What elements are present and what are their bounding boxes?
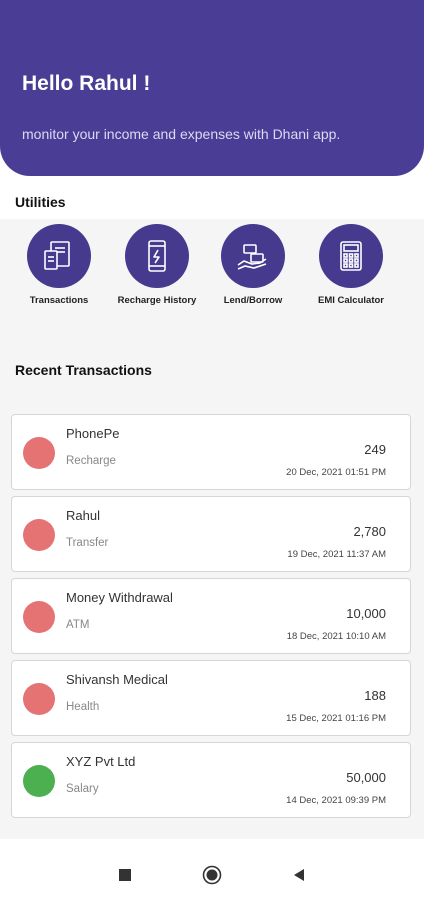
transaction-category: Health <box>66 701 100 713</box>
transaction-name: XYZ Pvt Ltd <box>66 754 136 769</box>
transaction-amount: 2,780 <box>353 524 386 539</box>
transaction-amount: 10,000 <box>346 606 386 621</box>
transaction-name: PhonePe <box>66 426 120 441</box>
transaction-amount: 249 <box>364 442 386 457</box>
transaction-amount: 188 <box>364 688 386 703</box>
transaction-date: 20 Dec, 2021 01:51 PM <box>286 467 386 478</box>
phone-recharge-icon <box>125 224 189 288</box>
circle-home-icon[interactable] <box>202 865 222 885</box>
square-recents-icon[interactable] <box>115 865 135 885</box>
header-subtitle: monitor your income and expenses with Dh… <box>22 126 341 142</box>
transaction-card[interactable]: Money Withdrawal ATM 10,000 18 Dec, 2021… <box>11 578 411 654</box>
utility-transactions[interactable]: Transactions <box>14 224 104 307</box>
transaction-category: Recharge <box>66 455 116 467</box>
transaction-date: 18 Dec, 2021 10:10 AM <box>286 631 386 642</box>
utility-label: Transactions <box>29 295 89 306</box>
greeting-text: Hello Rahul ! <box>22 72 151 95</box>
lend-borrow-icon <box>221 224 285 288</box>
utility-label: EMI Calculator <box>318 295 384 306</box>
triangle-back-icon[interactable] <box>289 865 309 885</box>
transaction-category: Transfer <box>66 537 109 549</box>
transactions-icon <box>27 224 91 288</box>
transaction-card[interactable]: Shivansh Medical Health 188 15 Dec, 2021… <box>11 660 411 736</box>
header-banner: Hello Rahul ! monitor your income and ex… <box>0 0 424 176</box>
transaction-card[interactable]: Rahul Transfer 2,780 19 Dec, 2021 11:37 … <box>11 496 411 572</box>
system-nav-bar <box>0 850 424 900</box>
transaction-name: Shivansh Medical <box>66 672 168 687</box>
status-dot <box>23 519 55 551</box>
transaction-name: Rahul <box>66 508 100 523</box>
status-dot <box>23 601 55 633</box>
recent-transactions-title: Recent Transactions <box>15 362 152 378</box>
transaction-card[interactable]: PhonePe Recharge 249 20 Dec, 2021 01:51 … <box>11 414 411 490</box>
utility-lend-borrow[interactable]: Lend/Borrow <box>208 224 298 307</box>
transaction-date: 14 Dec, 2021 09:39 PM <box>286 795 386 806</box>
utility-label: Recharge History <box>117 295 197 306</box>
status-dot <box>23 683 55 715</box>
utilities-title: Utilities <box>15 194 66 210</box>
transaction-category: ATM <box>66 619 90 631</box>
utility-label: Lend/Borrow <box>223 295 283 306</box>
transaction-name: Money Withdrawal <box>66 590 173 605</box>
transaction-date: 19 Dec, 2021 11:37 AM <box>287 549 386 560</box>
transaction-card[interactable]: XYZ Pvt Ltd Salary 50,000 14 Dec, 2021 0… <box>11 742 411 818</box>
status-dot <box>23 765 55 797</box>
utility-recharge-history[interactable]: Recharge History <box>112 224 202 307</box>
transaction-category: Salary <box>66 783 99 795</box>
calculator-icon <box>319 224 383 288</box>
utility-emi-calculator[interactable]: EMI Calculator <box>306 224 396 307</box>
transaction-amount: 50,000 <box>346 770 386 785</box>
status-dot <box>23 437 55 469</box>
transaction-date: 15 Dec, 2021 01:16 PM <box>286 713 386 724</box>
